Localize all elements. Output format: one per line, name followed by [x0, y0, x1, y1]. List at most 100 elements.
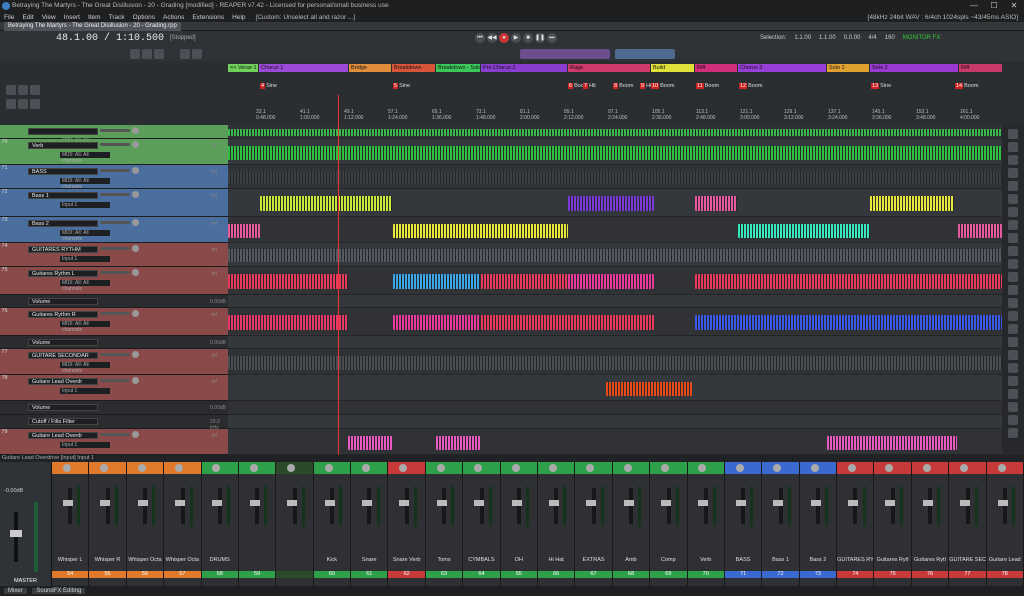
fader-track[interactable]: [890, 488, 895, 524]
pan-knob[interactable]: [132, 377, 139, 384]
media-item[interactable]: [348, 435, 392, 450]
pan-knob[interactable]: [132, 431, 139, 438]
monitor-fx-button[interactable]: MONITOR FX: [903, 35, 941, 41]
media-item[interactable]: [870, 196, 954, 212]
region-bar[interactable]: Riff: [959, 64, 1002, 72]
sidebar-tool-icon[interactable]: [1008, 207, 1018, 217]
fader-track[interactable]: [143, 488, 148, 524]
fader-track[interactable]: [591, 488, 596, 524]
pan-knob[interactable]: [735, 464, 744, 472]
open-project-icon[interactable]: [142, 49, 152, 59]
fader-track[interactable]: [554, 488, 559, 524]
pan-knob[interactable]: [175, 464, 184, 472]
selection-end[interactable]: 1.1.00: [819, 35, 836, 41]
track-header[interactable]: 74 GUITARES RYTHM Input 1 -inf: [0, 243, 228, 267]
menu-item-options[interactable]: Options: [129, 14, 159, 21]
mixer-channel-strip[interactable]: 59: [238, 462, 277, 586]
channel-name[interactable]: Guitares RytI: [912, 557, 948, 563]
sidebar-tool-icon[interactable]: [1008, 337, 1018, 347]
track-header[interactable]: Cutoff / Filts Filter 20.0 kHz: [0, 415, 228, 431]
sidebar-tool-icon[interactable]: [1008, 350, 1018, 360]
fader-cap[interactable]: [810, 500, 821, 506]
pan-knob[interactable]: [249, 464, 258, 472]
lock-icon[interactable]: [6, 85, 16, 95]
fader-cap[interactable]: [511, 500, 522, 506]
arrange-view[interactable]: [228, 125, 1002, 455]
channel-name[interactable]: Bass 2: [800, 557, 836, 563]
pan-knob[interactable]: [361, 464, 370, 472]
marker[interactable]: 5 Sine: [393, 83, 410, 89]
media-item[interactable]: [228, 355, 1002, 370]
track-header[interactable]: 77 GUITARE SECONDAR MIDI: All: All channel…: [0, 349, 228, 375]
mixer-channel-strip[interactable]: OH 65: [500, 462, 538, 586]
fader-track[interactable]: [666, 488, 671, 524]
channel-name[interactable]: Kick: [314, 557, 350, 563]
menu-item-insert[interactable]: Insert: [60, 14, 84, 21]
track-header[interactable]: Volume 0.00dB: [0, 295, 228, 308]
undo-icon[interactable]: [180, 49, 190, 59]
fader-cap[interactable]: [324, 500, 335, 506]
mixer-channel-strip[interactable]: DRUMS 58: [201, 462, 239, 586]
fader-cap[interactable]: [474, 500, 485, 506]
channel-name[interactable]: Hi Hat: [538, 557, 574, 563]
record-icon[interactable]: ●: [499, 33, 509, 43]
channel-name[interactable]: Comp: [650, 557, 686, 563]
color-palette-bar-2[interactable]: [615, 49, 675, 59]
track-name[interactable]: Guitare Lead Overdr: [28, 432, 98, 439]
fader-cap[interactable]: [287, 500, 298, 506]
go-to-end-icon[interactable]: ⏭: [547, 33, 557, 43]
fader-track[interactable]: [928, 488, 933, 524]
menu-item-item[interactable]: Item: [84, 14, 105, 21]
volume-slider[interactable]: [100, 143, 130, 146]
metronome-icon[interactable]: [18, 99, 28, 109]
fader-track[interactable]: [255, 488, 260, 524]
media-item[interactable]: [393, 223, 568, 238]
channel-name[interactable]: Verb: [688, 557, 724, 563]
mixer-channel-strip[interactable]: Bass 2 73: [799, 462, 838, 586]
marker[interactable]: 6 Boc: [568, 83, 584, 89]
region-bar[interactable]: Chorus 1: [259, 64, 348, 72]
marker[interactable]: 12 Boom: [739, 83, 763, 89]
pan-knob[interactable]: [810, 464, 819, 472]
track-name[interactable]: GUITARES RYTHM: [28, 246, 98, 253]
fader-track[interactable]: [442, 488, 447, 524]
fader-cap[interactable]: [960, 500, 971, 506]
input-selector[interactable]: MIDI: All: All channels: [60, 152, 110, 164]
track-header[interactable]: 73 Bass 2 MIDI: All: All channels -inf: [0, 217, 228, 243]
bpm-display[interactable]: 160: [885, 35, 895, 41]
track-name[interactable]: BASS: [28, 168, 98, 175]
region-bar[interactable]: Build: [651, 64, 694, 72]
volume-slider[interactable]: [100, 193, 130, 196]
mixer-channel-strip[interactable]: BASS 71: [724, 462, 763, 586]
timeline-ruler[interactable]: << Verse 1 Chorus 1 Bridge Breakdown Breakdo…: [228, 61, 1002, 125]
track-name[interactable]: GUITARE SECONDAR: [28, 352, 98, 359]
minimize-button[interactable]: —: [964, 0, 984, 12]
track-header[interactable]: Volume 0.00dB: [0, 401, 228, 415]
media-item[interactable]: [481, 274, 567, 290]
media-item[interactable]: [260, 196, 392, 212]
media-item[interactable]: [228, 145, 1002, 160]
track-name[interactable]: [28, 128, 98, 135]
sidebar-tool-icon[interactable]: [1008, 376, 1018, 386]
fader-track[interactable]: [629, 488, 634, 524]
channel-name[interactable]: Guitares RytI: [874, 557, 910, 563]
grid-icon[interactable]: [6, 99, 16, 109]
fader-track[interactable]: [330, 488, 335, 524]
channel-name[interactable]: OH: [501, 557, 537, 563]
pan-knob[interactable]: [922, 464, 931, 472]
fader-cap[interactable]: [885, 500, 896, 506]
channel-name[interactable]: Whisper Octa: [164, 557, 200, 563]
pan-knob[interactable]: [324, 464, 333, 472]
menu-item-extensions[interactable]: Extensions: [188, 14, 228, 21]
media-item[interactable]: [228, 315, 348, 331]
pan-knob[interactable]: [132, 219, 139, 226]
menu-item-file[interactable]: File: [0, 14, 18, 21]
marker[interactable]: 4 Sine: [260, 83, 277, 89]
mixer-channel-strip[interactable]: Verb 70: [687, 462, 725, 586]
soundfx-editing-tab[interactable]: SoundFX Editing: [32, 588, 86, 594]
sidebar-tool-icon[interactable]: [1008, 311, 1018, 321]
pan-knob[interactable]: [132, 245, 139, 252]
time-display[interactable]: 48.1.00 / 1:10.500: [56, 33, 166, 45]
play-icon[interactable]: ▶: [511, 33, 521, 43]
fader-track[interactable]: [853, 488, 858, 524]
